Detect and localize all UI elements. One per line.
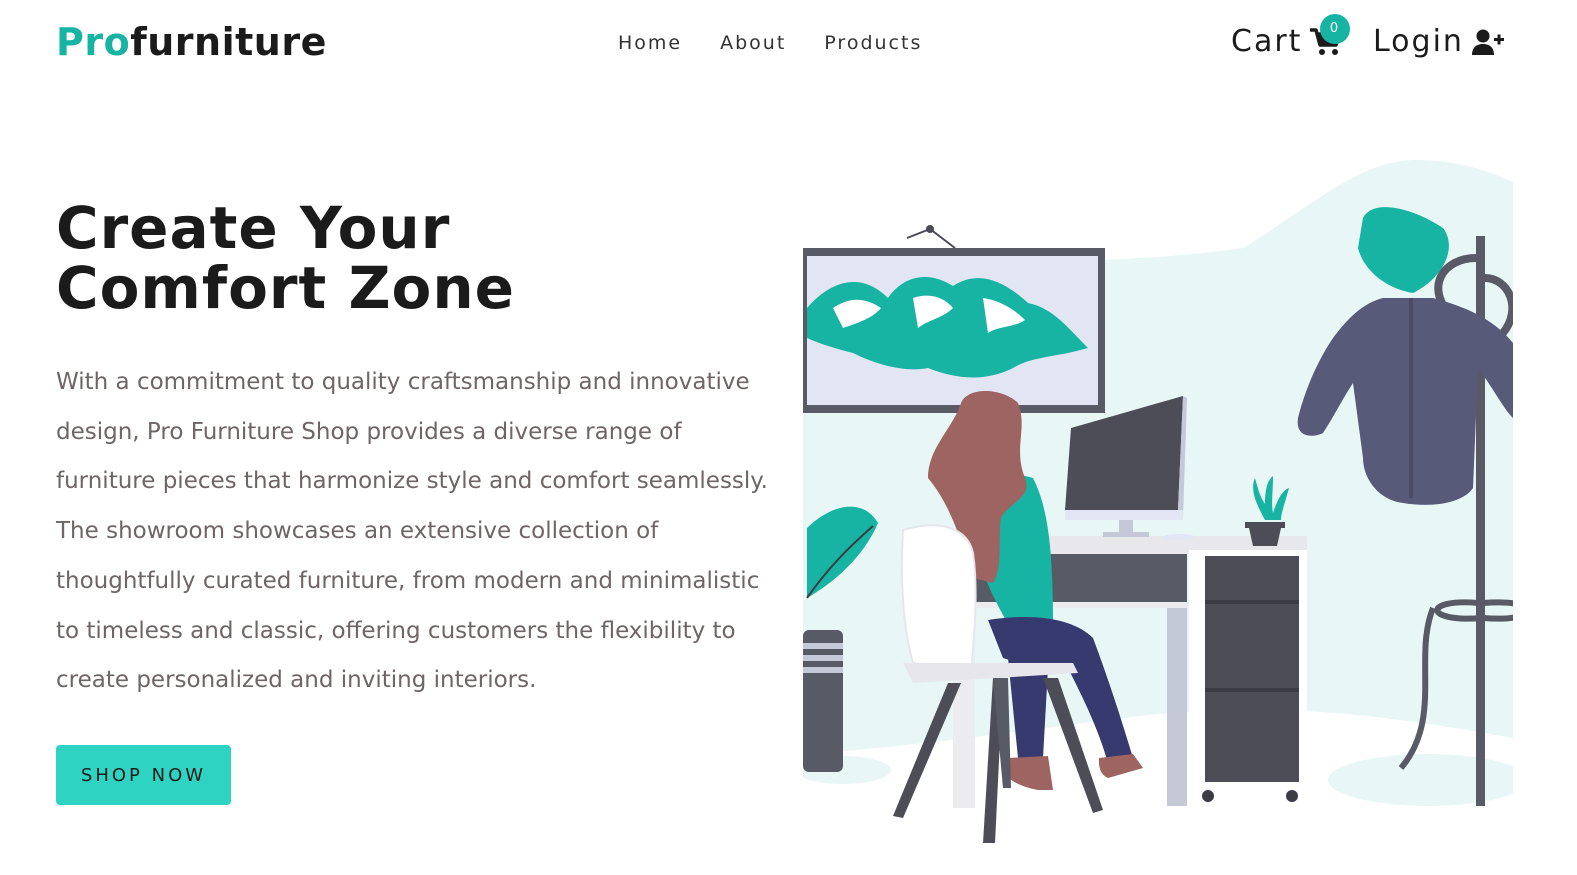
cart-count-badge: 0 [1320,14,1350,44]
nav-link-about[interactable]: About [720,30,786,56]
main-menu: Home About Products [618,30,960,56]
shop-now-button[interactable]: SHOP NOW [56,745,231,805]
office-illustration [803,159,1513,843]
cart-label: Cart [1231,24,1303,59]
top-navbar: Profurniture Home About Products Cart 0 … [0,0,1577,86]
cart-button[interactable]: Cart 0 [1231,14,1350,64]
login-button[interactable]: Login [1373,20,1504,64]
brand-logo[interactable]: Profurniture [56,16,327,68]
hero-description: With a commitment to quality craftsmansh… [56,369,768,694]
mountain-painting [803,225,1105,413]
hero-title-line-2: Comfort Zone [56,254,515,322]
hero-title: Create Your Comfort Zone [56,198,756,318]
user-plus-icon [1471,29,1504,55]
hero-title-line-1: Create Your [56,194,451,262]
nav-link-products[interactable]: Products [824,30,922,56]
brand-pro-text: Pro [56,20,131,64]
brand-rest-text: furniture [130,20,327,64]
login-label: Login [1373,24,1464,59]
nav-link-home[interactable]: Home [618,30,682,56]
